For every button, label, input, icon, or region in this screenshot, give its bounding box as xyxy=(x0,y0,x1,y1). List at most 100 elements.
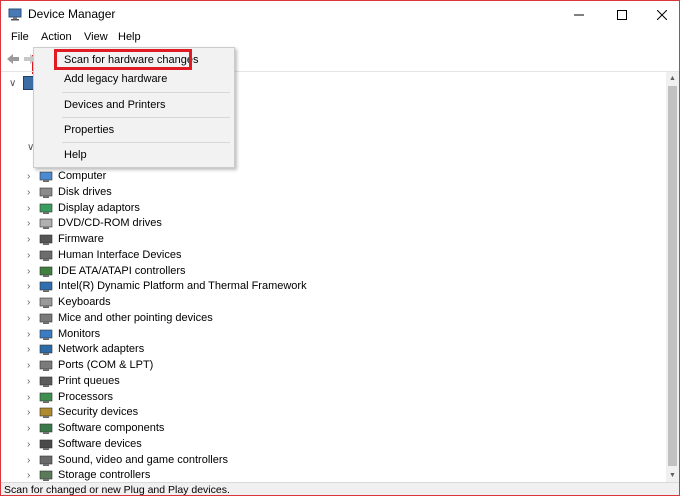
tree-item-label: Human Interface Devices xyxy=(58,248,182,261)
tree-item-security-devices[interactable]: › Security devices xyxy=(1,406,666,422)
tree-item-ports-com-lpt[interactable]: › Ports (COM & LPT) xyxy=(1,359,666,375)
tree-item-label: Print queues xyxy=(58,374,120,387)
tree-item-label: Sound, video and game controllers xyxy=(58,453,228,466)
expand-chevron-icon[interactable]: › xyxy=(27,187,30,198)
firmware-icon xyxy=(39,234,53,246)
tree-item-label: Disk drives xyxy=(58,185,112,198)
dvd-drive-icon xyxy=(39,218,53,230)
scroll-down-icon[interactable]: ▼ xyxy=(666,469,679,482)
tree-item-label: Security devices xyxy=(58,406,139,419)
tree-item-firmware[interactable]: › Firmware xyxy=(1,233,666,249)
expand-chevron-icon[interactable]: › xyxy=(27,392,30,403)
expand-chevron-icon[interactable]: › xyxy=(27,203,30,214)
security-device-icon xyxy=(39,407,53,419)
tree-item-print-queues[interactable]: › Print queues xyxy=(1,375,666,391)
expand-chevron-icon[interactable]: › xyxy=(27,455,30,466)
display-adapter-icon xyxy=(39,203,53,215)
device-manager-window: Device Manager File Action View Help ∨ ∨… xyxy=(0,0,680,496)
window-title: Device Manager xyxy=(28,7,116,21)
status-text: Scan for changed or new Plug and Play de… xyxy=(4,484,230,496)
tree-item-label: IDE ATA/ATAPI controllers xyxy=(58,264,186,277)
expand-chevron-icon[interactable]: › xyxy=(27,329,30,340)
tree-item-label: Keyboards xyxy=(58,296,111,308)
computer-icon xyxy=(39,171,53,183)
scroll-up-icon[interactable]: ▲ xyxy=(666,72,679,85)
menu-separator xyxy=(62,92,230,93)
scrollbar-thumb[interactable] xyxy=(668,86,677,466)
tree-item-sound-video-and-game-controllers[interactable]: › Sound, video and game controllers xyxy=(1,454,666,470)
port-icon xyxy=(39,360,53,372)
ide-controller-icon xyxy=(39,266,53,278)
tree-item-software-devices[interactable]: › Software devices xyxy=(1,438,666,454)
tree-item-label: Computer xyxy=(58,170,107,182)
tree-item-network-adapters[interactable]: › Network adapters xyxy=(1,343,666,359)
expand-chevron-icon[interactable]: › xyxy=(27,171,30,182)
device-manager-app-icon xyxy=(8,8,22,21)
keyboard-icon xyxy=(39,297,53,309)
tree-item-display-adaptors[interactable]: › Display adaptors xyxy=(1,202,666,218)
disk-drive-icon xyxy=(39,187,53,199)
menu-item-devices-and-printers[interactable]: Devices and Printers xyxy=(64,99,166,111)
mouse-icon xyxy=(39,313,53,325)
expand-chevron-icon[interactable]: › xyxy=(27,266,30,277)
menu-item-help[interactable]: Help xyxy=(64,149,87,161)
menu-item-add-legacy-hardware[interactable]: Add legacy hardware xyxy=(64,73,167,85)
tree-item-label: DVD/CD-ROM drives xyxy=(58,217,162,230)
root-expand-chevron-icon[interactable]: ∨ xyxy=(9,78,16,89)
expand-chevron-icon[interactable]: › xyxy=(27,218,30,229)
tree-item-intel-r-dynamic-platform-and-thermal-framework[interactable]: › Intel(R) Dynamic Platform and Thermal F… xyxy=(1,280,666,296)
tree-item-human-interface-devices[interactable]: › Human Interface Devices xyxy=(1,249,666,265)
tree-item-label: Software components xyxy=(58,422,165,434)
tree-item-label: Software devices xyxy=(58,437,142,450)
expand-chevron-icon[interactable]: › xyxy=(27,376,30,387)
expand-chevron-icon[interactable]: › xyxy=(27,313,30,324)
tree-item-monitors[interactable]: › Monitors xyxy=(1,328,666,344)
minimize-button[interactable] xyxy=(556,1,601,28)
expand-chevron-icon[interactable]: › xyxy=(27,360,30,371)
tree-item-keyboards[interactable]: › Keyboards xyxy=(1,296,666,312)
tree-item-processors[interactable]: › Processors xyxy=(1,391,666,407)
tree-item-label: Network adapters xyxy=(58,343,145,356)
vertical-scrollbar[interactable]: ▲ ▼ xyxy=(666,72,679,482)
tree-item-label: Monitors xyxy=(58,327,101,340)
expand-chevron-icon[interactable]: › xyxy=(27,439,30,450)
menu-bar: File Action View Help xyxy=(1,29,679,74)
menu-separator xyxy=(62,142,230,143)
menu-item-properties[interactable]: Properties xyxy=(64,124,114,136)
menu-file[interactable]: File xyxy=(11,31,29,43)
expand-chevron-icon[interactable]: › xyxy=(27,234,30,245)
menu-help[interactable]: Help xyxy=(118,31,141,43)
device-category-list: › Computer › Disk drives › Display adaptors › D… xyxy=(1,170,666,482)
tree-item-label: Ports (COM & LPT) xyxy=(58,359,154,371)
tree-item-label: Processors xyxy=(58,390,114,403)
tree-item-disk-drives[interactable]: › Disk drives xyxy=(1,186,666,202)
expand-chevron-icon[interactable]: › xyxy=(27,407,30,418)
tree-item-computer[interactable]: › Computer xyxy=(1,170,666,186)
expand-chevron-icon[interactable]: › xyxy=(27,297,30,308)
tree-item-software-components[interactable]: › Software components xyxy=(1,422,666,438)
tree-item-mice-and-other-pointing-devices[interactable]: › Mice and other pointing devices xyxy=(1,312,666,328)
tree-item-ide-ata-atapi-controllers[interactable]: › IDE ATA/ATAPI controllers xyxy=(1,265,666,281)
tree-item-label: Mice and other pointing devices xyxy=(58,311,213,324)
expand-chevron-icon[interactable]: › xyxy=(27,250,30,261)
expand-chevron-icon[interactable]: › xyxy=(27,344,30,355)
processor-icon xyxy=(39,392,53,404)
scan-hardware-highlight xyxy=(54,49,192,70)
maximize-button[interactable] xyxy=(599,1,644,28)
back-arrow-icon[interactable] xyxy=(6,52,20,66)
close-button[interactable] xyxy=(639,1,679,28)
menu-view[interactable]: View xyxy=(84,31,108,43)
tree-item-storage-controllers[interactable]: › Storage controllers xyxy=(1,469,666,482)
tree-item-label: Storage controllers xyxy=(58,469,151,482)
thermal-framework-icon xyxy=(39,281,53,293)
close-icon xyxy=(656,9,667,20)
tree-item-label: Firmware xyxy=(58,233,104,245)
expand-chevron-icon[interactable]: › xyxy=(27,423,30,434)
expand-chevron-icon[interactable]: › xyxy=(27,281,30,292)
menu-action[interactable]: Action xyxy=(41,31,72,43)
title-bar[interactable]: Device Manager xyxy=(1,1,679,28)
tree-item-dvd-cd-rom-drives[interactable]: › DVD/CD-ROM drives xyxy=(1,217,666,233)
tree-item-label: Intel(R) Dynamic Platform and Thermal Fr… xyxy=(58,280,307,293)
expand-chevron-icon[interactable]: › xyxy=(27,470,30,481)
storage-controller-icon xyxy=(39,470,53,482)
